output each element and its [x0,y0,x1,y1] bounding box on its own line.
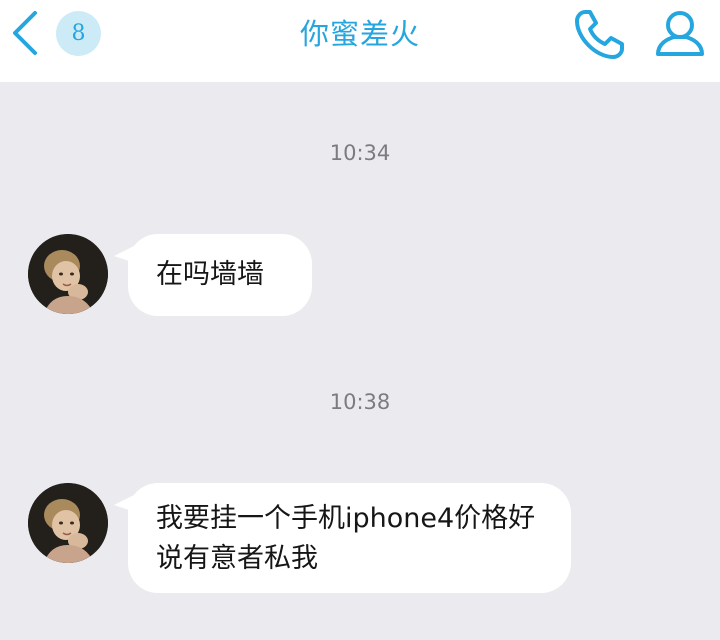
profile-button[interactable] [652,6,708,62]
person-icon [656,11,704,56]
message-text: 我要挂一个手机iphone4价格好说有意者私我 [156,503,536,574]
phone-icon [575,10,624,59]
chat-screen: 8 你蜜差火 10:34 在吗墙墙 10:38 我要挂一个手机iphone4价格… [0,0,720,640]
avatar-photo [28,483,108,563]
bubble-tail [114,493,138,513]
message-bubble[interactable]: 我要挂一个手机iphone4价格好说有意者私我 [114,483,571,593]
top-bar: 8 你蜜差火 [0,0,720,82]
back-button[interactable] [8,8,42,58]
contact-avatar[interactable] [28,483,108,563]
bubble-tail [114,244,138,264]
message-timestamp: 10:34 [329,141,391,165]
message-timestamp: 10:38 [329,390,391,414]
message-bubble[interactable]: 在吗墙墙 [114,234,312,316]
call-button[interactable] [572,6,628,62]
contact-avatar[interactable] [28,234,108,314]
message-text: 在吗墙墙 [156,259,264,290]
avatar-photo [28,234,108,314]
unread-count-badge[interactable]: 8 [56,11,101,56]
chevron-left-icon [13,11,37,55]
chat-title: 你蜜差火 [299,17,420,51]
